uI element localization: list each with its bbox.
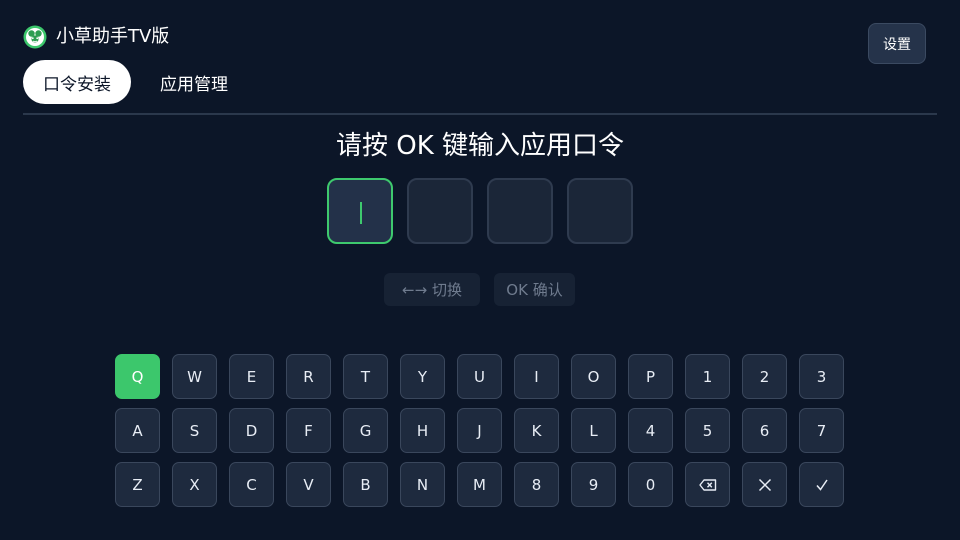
clover-logo-icon xyxy=(23,25,47,49)
confirm-key[interactable] xyxy=(799,462,844,507)
key-n[interactable]: N xyxy=(400,462,445,507)
key-j[interactable]: J xyxy=(457,408,502,453)
confirm-icon xyxy=(815,478,829,492)
key-q[interactable]: Q xyxy=(115,354,160,399)
key-p[interactable]: P xyxy=(628,354,673,399)
key-r[interactable]: R xyxy=(286,354,331,399)
key-x[interactable]: X xyxy=(172,462,217,507)
key-m[interactable]: M xyxy=(457,462,502,507)
tab-bar: 口令安装 应用管理 xyxy=(23,60,257,104)
key-a[interactable]: A xyxy=(115,408,160,453)
key-1[interactable]: 1 xyxy=(685,354,730,399)
header-divider xyxy=(23,113,937,115)
key-u[interactable]: U xyxy=(457,354,502,399)
key-t[interactable]: T xyxy=(343,354,388,399)
switch-hint: ←→ 切换 xyxy=(384,273,480,306)
page-title: 请按 OK 键输入应用口令 xyxy=(335,131,625,161)
key-2[interactable]: 2 xyxy=(742,354,787,399)
key-z[interactable]: Z xyxy=(115,462,160,507)
key-3[interactable]: 3 xyxy=(799,354,844,399)
settings-button[interactable]: 设置 xyxy=(868,23,926,64)
code-input-box-1[interactable] xyxy=(327,178,393,244)
key-d[interactable]: D xyxy=(229,408,274,453)
text-cursor xyxy=(360,202,362,224)
key-k[interactable]: K xyxy=(514,408,559,453)
key-e[interactable]: E xyxy=(229,354,274,399)
key-b[interactable]: B xyxy=(343,462,388,507)
key-i[interactable]: I xyxy=(514,354,559,399)
backspace-icon xyxy=(698,478,717,491)
code-input-box-2[interactable] xyxy=(407,178,473,244)
brand: 小草助手TV版 xyxy=(23,24,169,50)
key-w[interactable]: W xyxy=(172,354,217,399)
clear-key[interactable] xyxy=(742,462,787,507)
key-g[interactable]: G xyxy=(343,408,388,453)
key-8[interactable]: 8 xyxy=(514,462,559,507)
key-0[interactable]: 0 xyxy=(628,462,673,507)
key-s[interactable]: S xyxy=(172,408,217,453)
key-y[interactable]: Y xyxy=(400,354,445,399)
key-7[interactable]: 7 xyxy=(799,408,844,453)
code-input-box-4[interactable] xyxy=(567,178,633,244)
key-6[interactable]: 6 xyxy=(742,408,787,453)
key-4[interactable]: 4 xyxy=(628,408,673,453)
key-h[interactable]: H xyxy=(400,408,445,453)
clear-icon xyxy=(758,478,772,492)
key-9[interactable]: 9 xyxy=(571,462,616,507)
key-v[interactable]: V xyxy=(286,462,331,507)
key-l[interactable]: L xyxy=(571,408,616,453)
backspace-key[interactable] xyxy=(685,462,730,507)
tab-code-install[interactable]: 口令安装 xyxy=(23,60,131,104)
header: 小草助手TV版 设置 口令安装 应用管理 xyxy=(0,0,960,120)
app-title: 小草助手TV版 xyxy=(56,26,170,47)
key-o[interactable]: O xyxy=(571,354,616,399)
confirm-hint: OK 确认 xyxy=(494,273,575,306)
tab-app-management[interactable]: 应用管理 xyxy=(131,60,257,104)
code-input-box-3[interactable] xyxy=(487,178,553,244)
key-5[interactable]: 5 xyxy=(685,408,730,453)
key-f[interactable]: F xyxy=(286,408,331,453)
key-c[interactable]: C xyxy=(229,462,274,507)
